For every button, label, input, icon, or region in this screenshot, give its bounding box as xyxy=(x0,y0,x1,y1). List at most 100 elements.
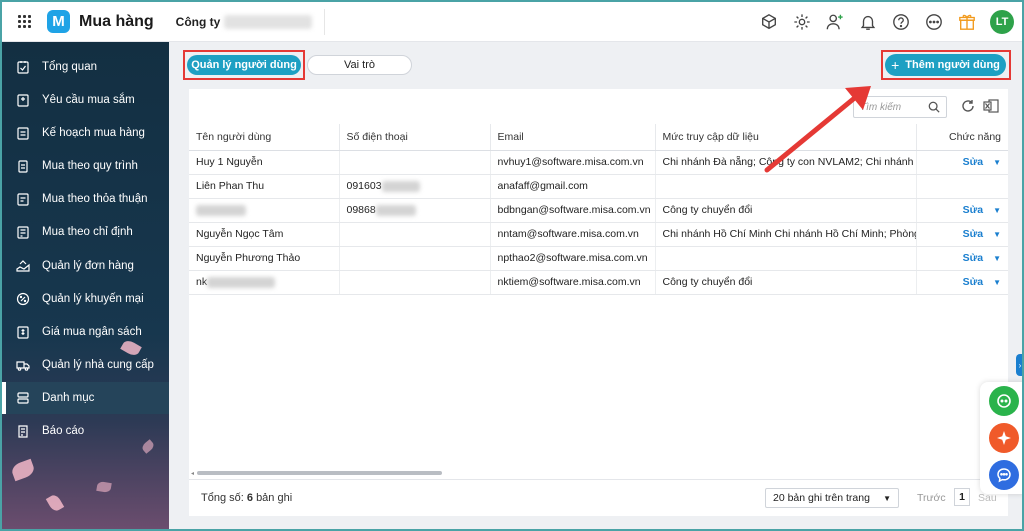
sidebar-item-label: Mua theo quy trình xyxy=(42,160,138,172)
total-label: Tổng số: xyxy=(201,492,244,504)
help-icon[interactable] xyxy=(891,12,911,32)
app-window: M Mua hàng Công ty LT Tổng quan Yêu cầu … xyxy=(2,2,1022,529)
report-icon xyxy=(16,424,30,438)
column-header-email[interactable]: Email xyxy=(490,124,656,151)
sidebar-item-request[interactable]: Yêu cầu mua sắm xyxy=(2,84,169,116)
tab-roles[interactable]: Vai trò xyxy=(307,55,412,75)
more-icon[interactable] xyxy=(924,12,944,32)
users-table: Tên người dùng Số điện thoại Email Mức t… xyxy=(189,124,1008,295)
sidebar-item-report[interactable]: Báo cáo xyxy=(2,415,169,447)
cell-access-text: Công ty chuyển đổi xyxy=(662,276,753,288)
actions-dropdown-icon[interactable]: ▼ xyxy=(993,278,1001,287)
cell-phone xyxy=(339,222,491,247)
blossom-decoration xyxy=(45,493,65,513)
chevron-down-icon: ▼ xyxy=(883,493,891,503)
cell-email-text: npthao2@software.misa.com.vn xyxy=(497,252,648,264)
cell-access: Công ty chuyển đổi xyxy=(655,270,917,295)
add-user-button[interactable]: + Thêm người dùng xyxy=(885,54,1006,76)
scrollbar-thumb[interactable] xyxy=(197,471,442,475)
edit-button[interactable]: Sửa xyxy=(963,276,983,288)
settings-icon[interactable] xyxy=(792,12,812,32)
top-bar: M Mua hàng Công ty LT xyxy=(2,2,1022,42)
horizontal-scrollbar[interactable]: ◂ ▸ xyxy=(191,470,1006,477)
app-launcher-icon[interactable] xyxy=(5,2,43,42)
expand-panel-icon[interactable]: › xyxy=(1016,354,1022,376)
cell-access-text: Công ty chuyển đổi xyxy=(662,204,753,216)
edit-button[interactable]: Sửa xyxy=(963,156,983,168)
sidebar-item-budget[interactable]: Giá mua ngân sách xyxy=(2,316,169,348)
tab-user-management[interactable]: Quản lý người dùng xyxy=(187,55,301,75)
actions-dropdown-icon[interactable]: ▼ xyxy=(993,230,1001,239)
cell-email: bdbngan@software.misa.com.vn xyxy=(490,198,656,223)
annotation-arrow xyxy=(764,86,871,173)
sidebar-item-designated[interactable]: Mua theo chỉ định xyxy=(2,216,169,248)
table-row[interactable]: 09868 bdbngan@software.misa.com.vn Công ty… xyxy=(189,198,1008,223)
sidebar-item-plan[interactable]: Kế hoạch mua hàng xyxy=(2,117,169,149)
cell-name-text: Liên Phan Thu xyxy=(196,180,265,192)
sidebar-item-label: Quản lý khuyến mại xyxy=(42,293,144,305)
messenger-icon[interactable] xyxy=(989,460,1019,490)
table-row[interactable]: Huy 1 Nguyễn nvhuy1@software.misa.com.vn C… xyxy=(189,150,1008,175)
cell-email: anafaff@gmail.com xyxy=(490,174,656,199)
gift-icon[interactable] xyxy=(957,12,977,32)
sidebar-item-supplier[interactable]: Quản lý nhà cung cấp xyxy=(2,349,169,381)
column-header-actions: Chức năng xyxy=(916,124,1008,151)
cell-email: nntam@software.misa.com.vn xyxy=(490,222,656,247)
cell-name xyxy=(189,198,340,223)
package-search-icon[interactable] xyxy=(759,12,779,32)
chat-bot-icon[interactable] xyxy=(989,386,1019,416)
sidebar-item-orders[interactable]: Quản lý đơn hàng xyxy=(2,250,169,282)
page-size-select[interactable]: 20 bản ghi trên trang ▼ xyxy=(765,488,899,508)
table-row[interactable]: Nguyễn Ngọc Tâm nntam@software.misa.com.v… xyxy=(189,222,1008,247)
prev-page-button[interactable]: Trước xyxy=(917,492,946,504)
sidebar-item-dashboard[interactable]: Tổng quan xyxy=(2,51,169,83)
misa-logo: M xyxy=(47,10,70,33)
company-selector[interactable]: Công ty xyxy=(154,8,326,35)
total-count: 6 xyxy=(246,492,253,504)
cell-name: Liên Phan Thu xyxy=(189,174,340,199)
sidebar-item-label: Yêu cầu mua sắm xyxy=(42,94,135,106)
current-page[interactable]: 1 xyxy=(954,488,970,506)
sidebar-item-process[interactable]: Mua theo quy trình xyxy=(2,150,169,182)
cell-actions: Sửa ▼ xyxy=(916,198,1008,223)
table-header-row: Tên người dùng Số điện thoại Email Mức t… xyxy=(189,124,1008,151)
sidebar-item-promotion[interactable]: Quản lý khuyến mại xyxy=(2,283,169,315)
sidebar-item-label: Giá mua ngân sách xyxy=(42,326,142,338)
plus-icon: + xyxy=(891,57,900,73)
sidebar-item-label: Mua theo thỏa thuận xyxy=(42,193,148,205)
table-row[interactable]: nk nktiem@software.misa.com.vn Công ty chu… xyxy=(189,270,1008,295)
floating-actions xyxy=(980,382,1022,494)
edit-button[interactable]: Sửa xyxy=(963,252,983,264)
edit-button[interactable]: Sửa xyxy=(963,228,983,240)
cell-email-text: nntam@software.misa.com.vn xyxy=(497,228,639,240)
export-excel-icon[interactable] xyxy=(983,99,999,113)
add-user-icon[interactable] xyxy=(825,12,845,32)
cell-name: Nguyễn Phương Thảo xyxy=(189,246,340,271)
cell-email-text: bdbngan@software.misa.com.vn xyxy=(497,204,651,216)
redacted-text xyxy=(381,180,420,192)
orders-icon xyxy=(16,259,30,273)
actions-dropdown-icon[interactable]: ▼ xyxy=(993,254,1001,263)
refresh-icon[interactable] xyxy=(961,99,975,113)
edit-button[interactable]: Sửa xyxy=(963,204,983,216)
column-header-name[interactable]: Tên người dùng xyxy=(189,124,340,151)
sidebar-item-label: Mua theo chỉ định xyxy=(42,226,133,238)
cell-email: nktiem@software.misa.com.vn xyxy=(490,270,656,295)
sidebar-item-catalog[interactable]: Danh mục xyxy=(2,382,169,414)
table-row[interactable]: Nguyễn Phương Thảo npthao2@software.misa.… xyxy=(189,246,1008,271)
sidebar-item-agreement[interactable]: Mua theo thỏa thuận xyxy=(2,183,169,215)
cell-name-text: Huy 1 Nguyễn xyxy=(196,156,263,168)
actions-dropdown-icon[interactable]: ▼ xyxy=(993,206,1001,215)
table-row[interactable]: Liên Phan Thu 091603 anafaff@gmail.com xyxy=(189,174,1008,199)
actions-dropdown-icon[interactable]: ▼ xyxy=(993,158,1001,167)
column-header-phone[interactable]: Số điện thoại xyxy=(339,124,491,151)
sidebar: Tổng quan Yêu cầu mua sắm Kế hoạch mua hàn… xyxy=(2,42,169,529)
cell-phone: 091603 xyxy=(339,174,491,199)
sidebar-item-label: Quản lý đơn hàng xyxy=(42,260,134,272)
cell-email-text: nvhuy1@software.misa.com.vn xyxy=(497,156,644,168)
catalog-icon xyxy=(16,391,30,405)
ai-assistant-icon[interactable] xyxy=(989,423,1019,453)
company-name-redacted xyxy=(224,14,313,29)
bell-icon[interactable] xyxy=(858,12,878,32)
avatar[interactable]: LT xyxy=(990,10,1014,34)
